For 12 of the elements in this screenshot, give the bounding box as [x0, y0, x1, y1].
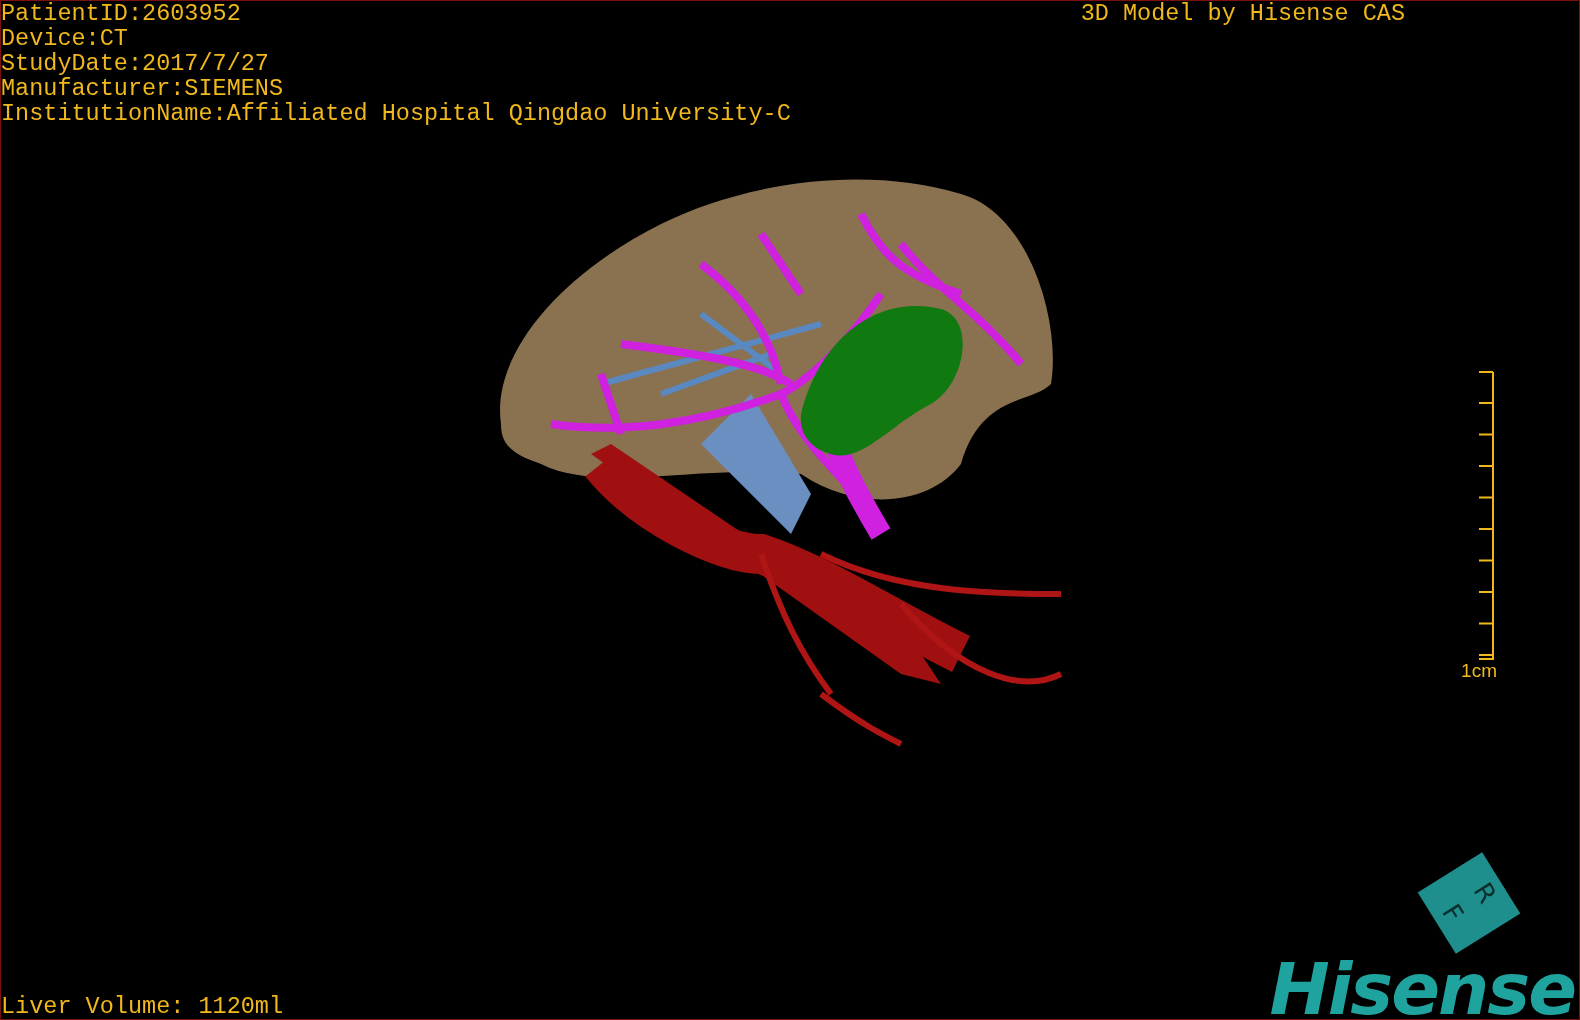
patient-info-line: Device:CT: [1, 26, 129, 51]
patient-info-line: Manufacturer:SIEMENS: [1, 76, 285, 101]
cube-face-label: R: [1468, 877, 1502, 908]
liver-volume: Liver Volume: 1120ml: [1, 994, 284, 1019]
patient-info-line: PatientID:2603952: [1, 1, 242, 26]
model-title: 3D Model by Hisense CAS: [1080, 1, 1405, 26]
patient-info-line: StudyDate:2017/7/27: [1, 51, 270, 76]
patient-info-line: InstitutionName:Affiliated Hospital Qingdao University-C: [1, 101, 791, 126]
scale-label: 1cm: [1461, 661, 1497, 681]
orientation-cube[interactable]: R F: [1417, 852, 1521, 954]
cube-face-label: F: [1437, 899, 1469, 927]
brand-logo: Hisense: [1269, 953, 1575, 1020]
